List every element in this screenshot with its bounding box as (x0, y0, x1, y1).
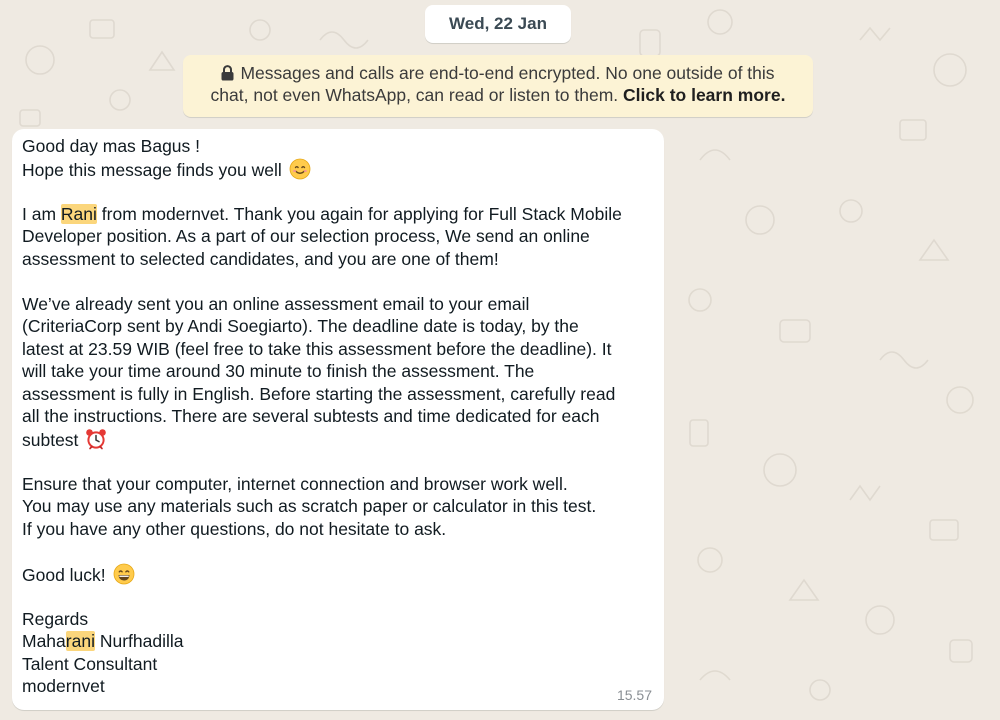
search-highlight: Rani (60, 203, 97, 224)
message-line: all the instructions. There are several … (22, 406, 600, 426)
message-line: latest at 23.59 WIB (feel free to take t… (22, 338, 612, 359)
message-line: I am Rani from modernvet. Thank you agai… (22, 203, 658, 226)
message-line: Regards (22, 608, 89, 629)
message-line: Good day mas Bagus ! (22, 136, 201, 156)
message-line-text: Good luck! (22, 564, 106, 585)
date-chip: Wed, 22 Jan (425, 5, 571, 43)
message-line: Good luck! (22, 563, 658, 586)
encryption-notice[interactable]: Messages and calls are end-to-end encryp… (183, 55, 813, 117)
encryption-notice-text-1: Messages and calls are end-to-end encryp… (240, 63, 775, 83)
message-line: Maharani Nurfhadilla (22, 630, 658, 653)
alarm-clock-emoji (86, 428, 107, 449)
message-line: Developer position. As a part of our sel… (22, 226, 590, 246)
message-line-text: from modernvet. Thank you again for appl… (96, 203, 622, 224)
message-line: Talent Consultant (22, 653, 158, 674)
encryption-notice-line-1: Messages and calls are end-to-end encryp… (195, 62, 801, 84)
search-highlight: rani (65, 631, 95, 651)
message-line-text: subtest (22, 429, 79, 450)
message-line: If you have any other questions, do not … (22, 518, 447, 539)
message-line: assessment to selected candidates, and y… (22, 248, 499, 269)
message-line: You may use any materials such as scratc… (22, 496, 597, 516)
message-timestamp: 15.57 (616, 687, 652, 703)
message-line-text: I am (22, 203, 61, 224)
message-line: Hope this message finds you well (22, 158, 658, 181)
message-line: Ensure that your computer, internet conn… (22, 473, 568, 494)
message-line: (CriteriaCorp sent by Andi Soegiarto). T… (22, 316, 579, 336)
date-chip-label: Wed, 22 Jan (449, 14, 547, 33)
lock-icon (221, 65, 234, 81)
message-line: will take your time around 30 minute to … (22, 361, 535, 381)
message-line: We’ve already sent you an online assessm… (22, 293, 530, 314)
encryption-notice-line-2: chat, not even WhatsApp, can read or lis… (195, 84, 801, 106)
smiling-face-emoji (289, 158, 310, 179)
message-line: assessment is fully in English. Before s… (22, 383, 616, 404)
message-line-text: Maha (22, 631, 66, 651)
message-text: Good day mas Bagus ! Hope this message f… (22, 135, 658, 698)
message-line: modernvet (22, 676, 105, 696)
learn-more-link[interactable]: Click to learn more. (623, 85, 785, 105)
message-line-text: Hope this message finds you well (22, 159, 282, 180)
message-line-text: Nurfhadilla (94, 631, 184, 651)
encryption-notice-text-2: chat, not even WhatsApp, can read or lis… (210, 85, 619, 105)
message-line: subtest (22, 428, 658, 451)
incoming-message-bubble[interactable]: Good day mas Bagus ! Hope this message f… (12, 129, 664, 710)
grinning-face-emoji (113, 563, 134, 584)
